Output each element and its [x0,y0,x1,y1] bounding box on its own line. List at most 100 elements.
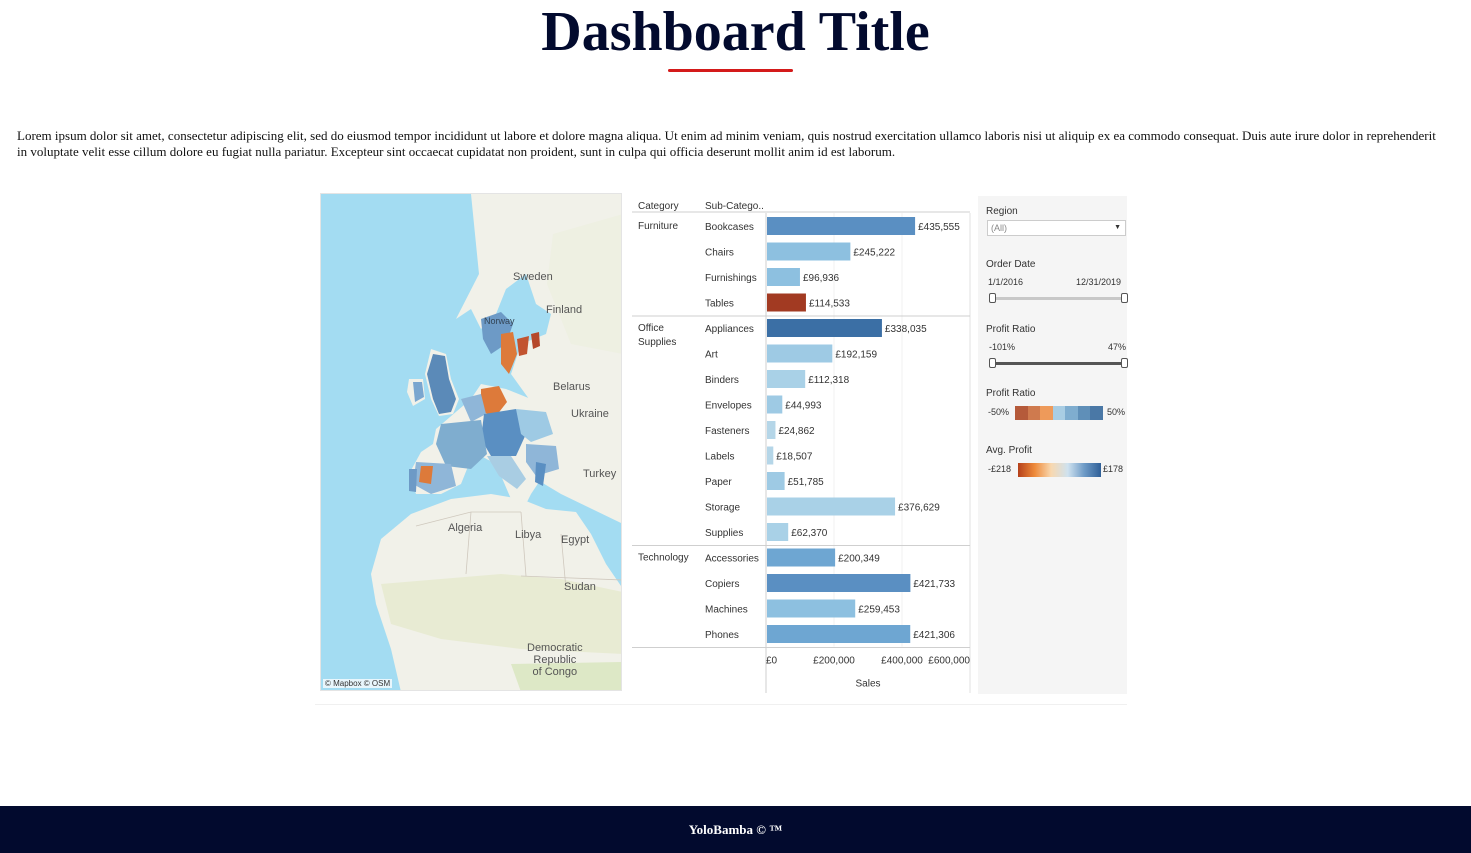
map-label-drc-line1: Democratic [527,642,583,654]
subcategory-label: Envelopes [705,401,752,412]
bar-phones[interactable] [767,625,911,643]
x-tick-label: £600,000 [928,656,970,667]
bar-accessories[interactable] [767,548,836,567]
bar-supplies[interactable] [767,523,789,541]
subcategory-label: Art [705,350,718,361]
bar-value-label: £112,318 [808,375,849,386]
map-label-turkey: Turkey [583,468,617,480]
map-label-drc-line3: of Congo [532,666,578,678]
category-label: Office [638,323,664,334]
map-label-belarus: Belarus [553,381,591,393]
footer-text: YoloBamba © ™ [688,822,783,837]
avg-profit-legend-min: -£218 [988,464,1012,474]
profit-ratio-swatch[interactable] [1015,406,1028,420]
map-attribution[interactable]: © Mapbox © OSM [323,679,393,688]
bar-value-label: £96,936 [803,273,840,284]
profit-ratio-legend-label: Profit Ratio [986,388,1036,399]
order-date-track[interactable] [992,297,1124,300]
avg-profit-legend-max: £178 [1103,464,1124,474]
subcategory-label: Fasteners [705,426,749,437]
map-label-sweden: Sweden [513,271,553,283]
order-date-max: 12/31/2019 [1076,277,1122,287]
profit-ratio-swatch[interactable] [1090,406,1104,420]
intro-paragraph: Lorem ipsum dolor sit amet, consectetur … [17,128,1436,159]
profit-ratio-swatch[interactable] [1077,406,1091,420]
profit-ratio-legend-max: 50% [1107,407,1126,417]
subcategory-label: Chairs [705,248,734,259]
region-filter-label: Region [986,206,1018,217]
bar-paper[interactable] [767,472,785,490]
profit-ratio-swatch[interactable] [1052,406,1066,420]
bar-value-label: £435,555 [918,222,960,233]
bar-value-label: £18,507 [776,452,813,463]
profit-ratio-swatch[interactable] [1065,406,1078,420]
bar-copiers[interactable] [767,574,911,592]
bar-value-label: £192,159 [835,350,877,361]
subcategory-header: Sub-Catego.. [705,201,764,212]
title-underline [668,69,793,72]
profit-ratio-legend-swatches[interactable] [1015,406,1104,420]
map-label-norway: Norway [484,316,515,326]
bar-tables[interactable] [767,293,806,312]
bar-envelopes[interactable] [767,395,783,414]
x-axis-title: Sales [855,679,880,690]
order-date-min-handle[interactable] [989,293,996,303]
order-date-max-handle[interactable] [1121,293,1128,303]
bar-value-label: £24,862 [778,426,815,437]
sales-bar-chart[interactable]: Category Sub-Catego.. Furniture Bookcases £4… [632,193,972,693]
sales-map[interactable]: Sweden Finland Norway Belarus Ukraine Tu… [320,193,622,691]
category-label: Supplies [638,337,676,348]
bar-chart-canvas: Category Sub-Catego.. Furniture Bookcases £4… [632,201,971,693]
subcategory-label: Copiers [705,579,739,590]
bar-storage[interactable] [767,497,896,516]
avg-profit-gradient[interactable] [1018,463,1101,477]
region-select[interactable]: (All) ▼ [987,220,1126,236]
map-canvas [321,194,621,690]
bar-binders[interactable] [767,370,806,388]
profit-ratio-swatch[interactable] [1040,406,1053,420]
dashboard-divider [315,704,1127,705]
bar-bookcases[interactable] [767,217,916,235]
page-title: Dashboard Title [541,1,930,63]
region-portugal[interactable] [409,469,417,492]
bar-fasteners[interactable] [767,421,776,439]
subcategory-label: Bookcases [705,222,754,233]
profit-ratio-max-handle[interactable] [1121,358,1128,368]
subcategory-label: Tables [705,299,734,310]
profit-ratio-max: 47% [1108,342,1127,352]
bar-value-label: £62,370 [791,528,828,539]
subcategory-label: Labels [705,452,734,463]
profit-ratio-swatch[interactable] [1027,406,1041,420]
map-label-libya: Libya [515,529,542,541]
bar-value-label: £338,035 [885,324,927,335]
bar-art[interactable] [767,344,833,363]
map-label-drc: Democratic Republic of Congo [527,642,583,678]
subcategory-label: Storage [705,503,740,514]
bar-value-label: £44,993 [785,401,822,412]
subcategory-label: Accessories [705,554,759,565]
region-spain-north[interactable] [419,466,433,484]
chevron-down-icon: ▼ [1114,224,1121,231]
bar-chairs[interactable] [767,242,851,261]
subcategory-label: Paper [705,477,732,488]
category-header: Category [638,201,679,212]
map-label-algeria: Algeria [448,522,483,534]
profit-ratio-min-handle[interactable] [989,358,996,368]
bar-machines[interactable] [767,599,856,618]
bar-value-label: £114,533 [809,299,850,310]
x-tick-label: £0 [766,656,778,667]
map-label-finland: Finland [546,304,583,316]
bar-value-label: £200,349 [838,554,880,565]
subcategory-label: Supplies [705,528,743,539]
profit-ratio-filter-label: Profit Ratio [986,324,1036,335]
order-date-min: 1/1/2016 [988,277,1024,287]
bar-appliances[interactable] [767,319,882,337]
profit-ratio-track[interactable] [992,362,1124,365]
bar-furnishings[interactable] [767,268,800,286]
map-label-ukraine: Ukraine [571,408,609,420]
bar-value-label: £245,222 [853,248,895,259]
avg-profit-legend-label: Avg. Profit [986,445,1032,456]
profit-ratio-min: -101% [989,342,1016,352]
order-date-label: Order Date [986,259,1036,270]
bar-labels[interactable] [767,446,774,465]
